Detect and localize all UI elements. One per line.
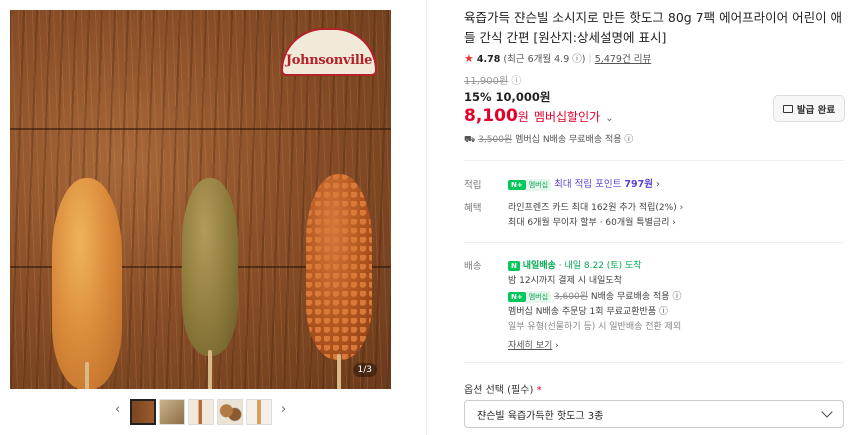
npay-badge: N+ bbox=[508, 179, 526, 190]
benefit-installment-row[interactable]: 최대 6개월 무이자 할부 · 60개월 특별금리 › bbox=[508, 215, 676, 228]
option-label: 옵션 선택 (필수) bbox=[464, 385, 534, 396]
delivery-return-text: 멤버십 N배송 주문당 1회 무료교환반품 bbox=[508, 307, 657, 317]
points-label: 적립 bbox=[464, 180, 482, 191]
wood-plank-seam bbox=[10, 128, 391, 130]
next-image-button[interactable]: › bbox=[281, 402, 286, 417]
delivery-badge-icon: N bbox=[508, 260, 520, 271]
points-text: 최대 적립 포인트 bbox=[554, 179, 622, 190]
delivery-details-link[interactable]: 자세히 보기 bbox=[508, 341, 552, 351]
chevron-right-icon: › bbox=[672, 218, 676, 228]
truck-icon: ⛟ bbox=[464, 135, 476, 145]
points-value: 797원 bbox=[624, 179, 653, 190]
benefit-card-row[interactable]: 라인프렌즈 카드 최대 162원 추가 적립(2%) › bbox=[508, 200, 683, 213]
member-price-row[interactable]: 8,100원 멤버십할인가 ⌄ bbox=[464, 106, 614, 126]
original-price: 11,900원 ⓘ bbox=[464, 72, 521, 87]
review-count-link[interactable]: 5,479건 리뷰 bbox=[595, 54, 651, 65]
chevron-right-icon: › bbox=[655, 179, 660, 190]
discount-row: 15% 10,000원 bbox=[464, 89, 551, 105]
corndog-crispy bbox=[306, 174, 372, 360]
shipping-fee-row: ⛟ 3,500원 멤버십 N배송 무료배송 적용 ⓘ bbox=[464, 132, 633, 146]
thumbnail-5[interactable] bbox=[246, 399, 272, 425]
main-product-image[interactable]: Johnsonville 1/3 bbox=[10, 10, 391, 389]
divider bbox=[464, 242, 844, 243]
member-price-value: 8,100 bbox=[464, 106, 518, 126]
benefit-installment-text: 최대 6개월 무이자 할부 · 60개월 특별금리 bbox=[508, 218, 670, 228]
member-price-unit: 원 bbox=[517, 110, 529, 124]
delivery-badge-row: N 내일배송 · 내일 8.22 (토) 도착 bbox=[508, 258, 642, 271]
chevron-right-icon: › bbox=[555, 341, 559, 351]
next-day-badge: 내일배송 bbox=[522, 261, 556, 271]
product-info-panel: 육즙가득 쟌슨빌 소시지로 만든 핫도그 80g 7팩 에어프라이어 어린이 애… bbox=[426, 0, 850, 435]
corndog-green bbox=[182, 178, 238, 356]
image-counter: 1/3 bbox=[352, 363, 377, 377]
rating-score: 4.78 bbox=[476, 54, 501, 65]
product-title: 육즙가득 쟌슨빌 소시지로 만든 핫도그 80g 7팩 에어프라이어 어린이 애… bbox=[464, 10, 843, 45]
prev-image-button[interactable]: ‹ bbox=[115, 402, 120, 417]
membership-badge: 멤버십 bbox=[525, 290, 552, 303]
thumbnail-4[interactable] bbox=[217, 399, 243, 425]
star-icon: ★ bbox=[464, 52, 474, 65]
thumbnail-3[interactable] bbox=[188, 399, 214, 425]
corndog-stick bbox=[208, 350, 212, 389]
product-gallery: Johnsonville 1/3 ‹ › bbox=[0, 0, 426, 435]
delivery-fee-row: N+ 멤버십 3,600원 N배송 무료배송 적용 ⓘ bbox=[508, 289, 681, 303]
corndog-stick bbox=[337, 354, 341, 389]
thumbnail-2[interactable] bbox=[159, 399, 185, 425]
shipping-old-fee: 3,500원 bbox=[478, 135, 513, 145]
chevron-right-icon: › bbox=[679, 203, 684, 213]
delivery-fee-text: N배송 무료배송 적용 bbox=[590, 292, 670, 302]
rating-row: ★ 4.78 (최근 6개월 4.9 ⓘ) | 5,479건 리뷰 bbox=[464, 51, 651, 65]
delivery-exception: 일부 유형(선물하기 등) 시 일반배송 전환 제외 bbox=[508, 322, 682, 332]
npay-badge: N+ bbox=[508, 291, 526, 302]
rating-recent: (최근 6개월 4.9 bbox=[503, 54, 570, 65]
delivery-old-fee: 3,600원 bbox=[553, 292, 588, 302]
info-icon[interactable]: ⓘ bbox=[511, 76, 521, 87]
info-icon[interactable]: ⓘ) bbox=[572, 54, 585, 65]
separator: | bbox=[588, 54, 592, 65]
divider bbox=[464, 362, 844, 363]
brand-logo-text: Johnsonville bbox=[285, 53, 373, 68]
coupon-button[interactable]: 발급 완료 bbox=[773, 95, 845, 122]
corndog-plain bbox=[52, 178, 122, 389]
discount-rate: 15% bbox=[464, 90, 492, 104]
membership-badge: 멤버십 bbox=[525, 178, 552, 191]
shipping-text: 멤버십 N배송 무료배송 적용 bbox=[515, 135, 622, 145]
coupon-button-label: 발급 완료 bbox=[796, 104, 836, 116]
original-price-value: 11,900원 bbox=[464, 76, 509, 87]
option-label-row: 옵션 선택 (필수) * bbox=[464, 381, 542, 396]
member-price-label: 멤버십할인가 bbox=[533, 110, 601, 124]
option-selected-value: 쟌슨빌 육즙가득한 핫도그 3종 bbox=[477, 410, 604, 422]
thumbnail-strip bbox=[130, 399, 272, 425]
chevron-down-icon: ⌄ bbox=[605, 113, 614, 124]
delivery-label: 배송 bbox=[464, 261, 482, 272]
info-icon[interactable]: ⓘ bbox=[672, 292, 681, 302]
option-select[interactable]: 쟌슨빌 육즙가득한 핫도그 3종 bbox=[464, 400, 844, 428]
brand-logo: Johnsonville bbox=[281, 28, 377, 76]
delivery-details-row[interactable]: 자세히 보기 › bbox=[508, 338, 559, 351]
chevron-down-icon bbox=[821, 406, 833, 418]
benefit-card-text: 라인프렌즈 카드 최대 162원 추가 적립(2%) bbox=[508, 203, 677, 213]
benefits-label: 혜택 bbox=[464, 203, 482, 214]
thumbnail-1[interactable] bbox=[130, 399, 156, 425]
sale-price: 10,000원 bbox=[495, 90, 551, 104]
required-mark: * bbox=[536, 385, 542, 396]
points-row[interactable]: N+ 멤버십 최대 적립 포인트 797원 › bbox=[508, 176, 660, 191]
arrival-date: · 내일 8.22 (토) 도착 bbox=[558, 261, 642, 271]
coupon-icon bbox=[782, 104, 793, 113]
info-icon[interactable]: ⓘ bbox=[659, 307, 668, 317]
info-icon[interactable]: ⓘ bbox=[624, 135, 633, 145]
delivery-cutoff: 밤 12시까지 결제 시 내일도착 bbox=[508, 276, 622, 286]
delivery-return-row: 멤버십 N배송 주문당 1회 무료교환반품 ⓘ bbox=[508, 304, 668, 317]
divider bbox=[464, 160, 844, 161]
corndog-stick bbox=[85, 362, 89, 389]
